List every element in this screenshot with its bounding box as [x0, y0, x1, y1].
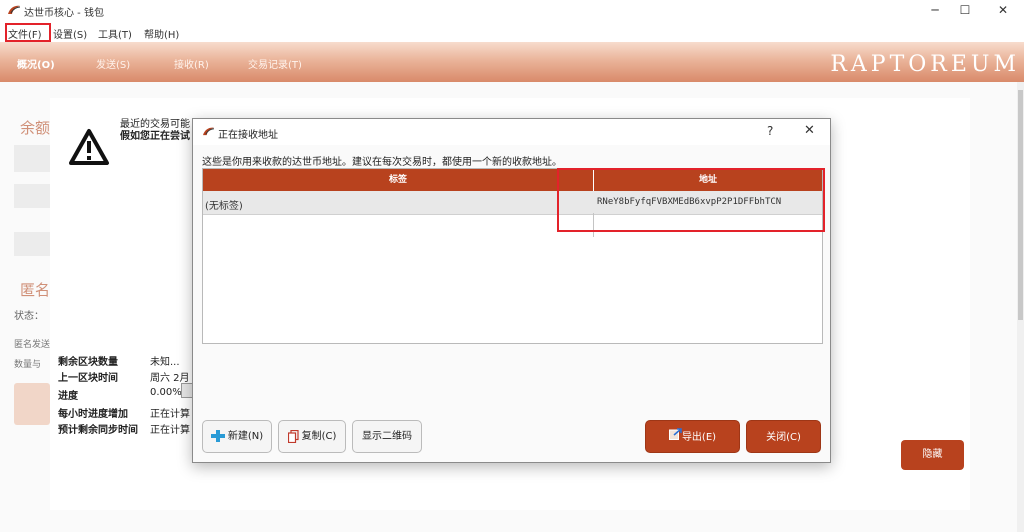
window-titlebar: 达世币核心 - 钱包 ─ ☐ ✕ [0, 0, 1024, 20]
anonymity-heading: 匿名 [20, 281, 51, 299]
tab-receive[interactable]: 接收(R) [174, 56, 209, 71]
brand-wordmark: RAPTOREUM [830, 52, 1020, 77]
dialog-title: 正在接收地址 [218, 130, 278, 141]
copy-button[interactable]: 复制(C) [278, 420, 346, 453]
sync-message-bold: 假如您正在尝试 [120, 131, 190, 142]
anon-count-label: 数量与 [14, 360, 42, 370]
maximize-button[interactable]: ☐ [950, 1, 980, 19]
menu-file-highlight-box [5, 23, 51, 42]
menu-bar: 文件(F) 设置(S) 工具(T) 帮助(H) [0, 22, 1024, 42]
dialog-description: 这些是你用来收款的达世币地址。建议在每次交易时，都使用一个新的收款地址。 [202, 157, 562, 168]
row-label-cell: (无标签) [205, 201, 243, 212]
balance-row [14, 232, 50, 256]
tab-send[interactable]: 发送(S) [96, 56, 130, 71]
raptoreum-logo-icon [8, 5, 21, 14]
window-title: 达世币核心 - 钱包 [24, 8, 104, 19]
tab-overview[interactable]: 概况(O) [17, 56, 55, 71]
menu-settings[interactable]: 设置(S) [53, 26, 87, 41]
anon-sent-label: 匿名发送 [14, 340, 51, 350]
copy-label: 复制(C) [301, 431, 337, 442]
nav-bar: 概况(O) 发送(S) 接收(R) 交易记录(T) RAPTOREUM [0, 42, 1024, 82]
export-icon [668, 428, 682, 440]
close-button[interactable]: 关闭(C) [746, 420, 821, 453]
remaining-blocks-value: 未知... [150, 357, 180, 368]
dialog-close-button[interactable]: ✕ [804, 123, 815, 138]
plus-icon [210, 430, 225, 442]
receiving-addresses-dialog: 正在接收地址 ? ✕ 这些是你用来收款的达世币地址。建议在每次交易时，都使用一个… [192, 118, 831, 463]
column-header-label[interactable]: 标签 [203, 169, 594, 191]
status-label: 状态： [14, 311, 44, 322]
progress-rate-label: 每小时进度增加 [58, 409, 128, 420]
help-button[interactable]: ? [767, 124, 773, 138]
show-qr-button[interactable]: 显示二维码 [352, 420, 422, 453]
balance-row [14, 145, 50, 172]
new-address-label: 新建(N) [227, 431, 264, 442]
minimize-button[interactable]: ─ [920, 1, 950, 19]
last-block-time-label: 上一区块时间 [58, 373, 118, 384]
new-address-button[interactable]: 新建(N) [202, 420, 272, 453]
menu-help[interactable]: 帮助(H) [144, 26, 179, 41]
progress-value: 0.00% [150, 387, 182, 398]
export-label: 导出(E) [681, 432, 717, 443]
dialog-titlebar: 正在接收地址 ? ✕ [193, 119, 830, 145]
progress-rate-value: 正在计算 [150, 409, 190, 420]
balance-heading: 余额 [20, 119, 51, 137]
eta-value: 正在计算 [150, 425, 190, 436]
export-button[interactable]: 导出(E) [645, 420, 740, 453]
eta-label: 预计剩余同步时间 [58, 425, 138, 436]
last-block-time-value: 周六 2月 [150, 373, 190, 384]
hide-button[interactable]: 隐藏 [901, 440, 964, 470]
tab-transactions[interactable]: 交易记录(T) [248, 56, 302, 71]
progress-label: 进度 [58, 391, 78, 402]
copy-icon [287, 429, 299, 443]
window-close-button[interactable]: ✕ [988, 1, 1018, 19]
raptoreum-logo-icon [203, 127, 215, 136]
address-highlight-box [557, 168, 825, 232]
menu-tools[interactable]: 工具(T) [98, 26, 132, 41]
scrollbar-thumb[interactable] [1018, 90, 1023, 320]
balance-row [14, 184, 50, 208]
warning-icon [69, 129, 109, 165]
mix-button[interactable] [14, 383, 50, 425]
remaining-blocks-label: 剩余区块数量 [58, 357, 118, 368]
